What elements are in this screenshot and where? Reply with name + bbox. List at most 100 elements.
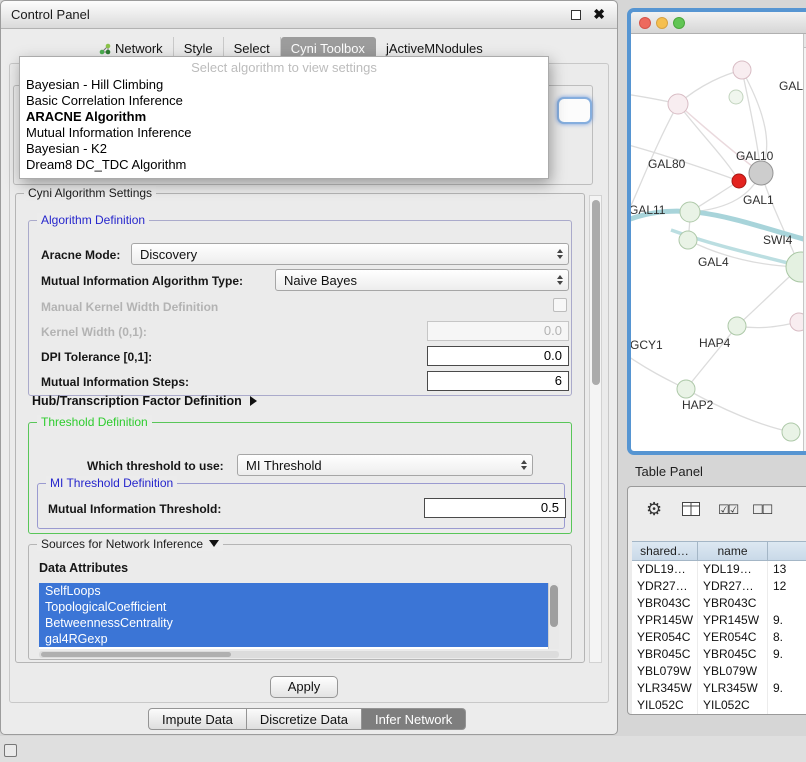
close-traffic-light[interactable] (639, 17, 651, 29)
columns-icon[interactable] (682, 502, 700, 521)
settings-scrollbar[interactable] (589, 195, 602, 663)
table-cell[interactable]: YDR27… (698, 578, 768, 595)
table-row[interactable]: YDR27…YDR27…12 (632, 578, 806, 595)
table-row[interactable]: YDL19…YDL19…13 (632, 561, 806, 578)
popup-option-basic-correlation[interactable]: Basic Correlation Inference (20, 93, 548, 109)
tab-discretize-data[interactable]: Discretize Data (247, 708, 362, 730)
scrollbar-thumb[interactable] (41, 652, 231, 657)
table-cell[interactable]: YBR045C (632, 646, 698, 663)
table-cell[interactable]: YDL19… (698, 561, 768, 578)
aracne-mode-combobox[interactable]: Discovery (131, 243, 569, 265)
table-cell[interactable]: YLR345W (698, 680, 768, 697)
network-node[interactable] (790, 313, 803, 331)
list-vertical-scrollbar[interactable] (548, 583, 559, 649)
network-node[interactable] (729, 90, 743, 104)
manual-kernel-checkbox[interactable] (553, 298, 567, 312)
network-node[interactable] (749, 161, 773, 185)
table-cell[interactable]: 8. (768, 629, 806, 646)
network-node[interactable] (782, 423, 800, 441)
popup-option-aracne[interactable]: ARACNE Algorithm (20, 109, 548, 125)
table-cell[interactable]: 9. (768, 612, 806, 629)
popup-option-mutual-information[interactable]: Mutual Information Inference (20, 125, 548, 141)
mi-steps-field[interactable]: 6 (427, 371, 569, 391)
float-window-icon[interactable] (571, 10, 581, 20)
table-row[interactable]: YIL052CYIL052C (632, 697, 806, 714)
dpi-tolerance-field[interactable]: 0.0 (427, 346, 569, 366)
column-header-name[interactable]: name (698, 542, 768, 560)
scrollbar-thumb[interactable] (550, 585, 558, 627)
scrollbar-thumb[interactable] (592, 200, 600, 385)
gear-icon[interactable]: ⚙ (646, 499, 662, 520)
select-all-icon[interactable]: ☑☑ (718, 502, 737, 518)
column-header-shared[interactable]: shared… (632, 542, 698, 560)
sources-expander[interactable]: Sources for Network Inference (37, 537, 223, 551)
tab-impute-data[interactable]: Impute Data (148, 708, 247, 730)
list-item-gal4rgexp[interactable]: gal4RGexp (39, 631, 548, 647)
popup-option-bayesian-hill-climbing[interactable]: Bayesian - Hill Climbing (20, 77, 548, 93)
table-cell[interactable]: YBR043C (632, 595, 698, 612)
focused-spinner-field[interactable] (557, 97, 592, 124)
table-cell[interactable] (768, 697, 806, 714)
table-row[interactable]: YBR045CYBR045C9. (632, 646, 806, 663)
table-cell[interactable]: YBR043C (698, 595, 768, 612)
network-node[interactable] (668, 94, 688, 114)
table-cell[interactable]: YBL079W (632, 663, 698, 680)
deselect-all-icon[interactable]: ☐☐ (752, 502, 771, 518)
list-item-topologicalcoefficient[interactable]: TopologicalCoefficient (39, 599, 548, 615)
popup-option-bayesian-k2[interactable]: Bayesian - K2 (20, 141, 548, 157)
minimized-panel-icon[interactable] (4, 744, 17, 757)
group-title: MI Threshold Definition (46, 476, 177, 490)
table-cell[interactable] (768, 595, 806, 612)
hub-definition-expander[interactable]: Hub/Transcription Factor Definition (32, 394, 257, 408)
mi-threshold-field[interactable]: 0.5 (424, 498, 566, 518)
network-window-titlebar[interactable] (631, 12, 806, 34)
network-node[interactable] (680, 202, 700, 222)
which-threshold-combobox[interactable]: MI Threshold (237, 454, 533, 476)
mi-type-combobox[interactable]: Naive Bayes (275, 269, 569, 291)
table-row[interactable]: YBL079WYBL079W (632, 663, 806, 680)
table-row[interactable]: YBR043CYBR043C (632, 595, 806, 612)
network-view-window[interactable]: GAL GAL80 GAL10 GAL11 GAL1 SWI4 GAL4 GCY… (627, 8, 806, 455)
kernel-width-field[interactable]: 0.0 (427, 321, 569, 341)
table-cell[interactable]: YER054C (632, 629, 698, 646)
network-node[interactable] (679, 231, 697, 249)
tab-infer-network[interactable]: Infer Network (362, 708, 466, 730)
network-canvas[interactable]: GAL GAL80 GAL10 GAL11 GAL1 SWI4 GAL4 GCY… (631, 34, 803, 451)
network-node[interactable] (677, 380, 695, 398)
table-cell[interactable]: YDR27… (632, 578, 698, 595)
table-cell[interactable]: YDL19… (632, 561, 698, 578)
table-cell[interactable]: YBR045C (698, 646, 768, 663)
table-cell[interactable]: YER054C (698, 629, 768, 646)
close-icon[interactable]: ✖ (593, 6, 605, 23)
table-cell[interactable]: YBL079W (698, 663, 768, 680)
data-attributes-list[interactable]: SelfLoops TopologicalCoefficient Between… (39, 583, 559, 649)
popup-option-dream8[interactable]: Dream8 DC_TDC Algorithm (20, 157, 548, 173)
network-node-highlighted[interactable] (732, 174, 746, 188)
table-cell[interactable] (768, 663, 806, 680)
network-node[interactable] (733, 61, 751, 79)
minimize-traffic-light[interactable] (656, 17, 668, 29)
table-cell[interactable]: 9. (768, 680, 806, 697)
aracne-mode-label: Aracne Mode: (41, 248, 120, 262)
table-cell[interactable]: YIL052C (632, 697, 698, 714)
list-item-selfloops[interactable]: SelfLoops (39, 583, 548, 599)
cyni-bottom-tabs: Impute Data Discretize Data Infer Networ… (148, 708, 466, 730)
network-node[interactable] (728, 317, 746, 335)
column-header-extra[interactable] (768, 542, 806, 560)
apply-button[interactable]: Apply (270, 676, 338, 698)
list-item-betweennesscentrality[interactable]: BetweennessCentrality (39, 615, 548, 631)
table-cell[interactable]: YIL052C (698, 697, 768, 714)
control-panel-titlebar[interactable]: Control Panel ✖ (1, 1, 617, 29)
network-node-label: SWI4 (763, 233, 793, 247)
table-cell[interactable]: 12 (768, 578, 806, 595)
table-row[interactable]: YER054CYER054C8. (632, 629, 806, 646)
table-cell[interactable]: 9. (768, 646, 806, 663)
table-cell[interactable]: 13 (768, 561, 806, 578)
zoom-traffic-light[interactable] (673, 17, 685, 29)
list-horizontal-scrollbar[interactable] (39, 651, 559, 658)
table-row[interactable]: YPR145WYPR145W9. (632, 612, 806, 629)
table-row[interactable]: YLR345WYLR345W9. (632, 680, 806, 697)
table-cell[interactable]: YLR345W (632, 680, 698, 697)
table-cell[interactable]: YPR145W (698, 612, 768, 629)
table-cell[interactable]: YPR145W (632, 612, 698, 629)
